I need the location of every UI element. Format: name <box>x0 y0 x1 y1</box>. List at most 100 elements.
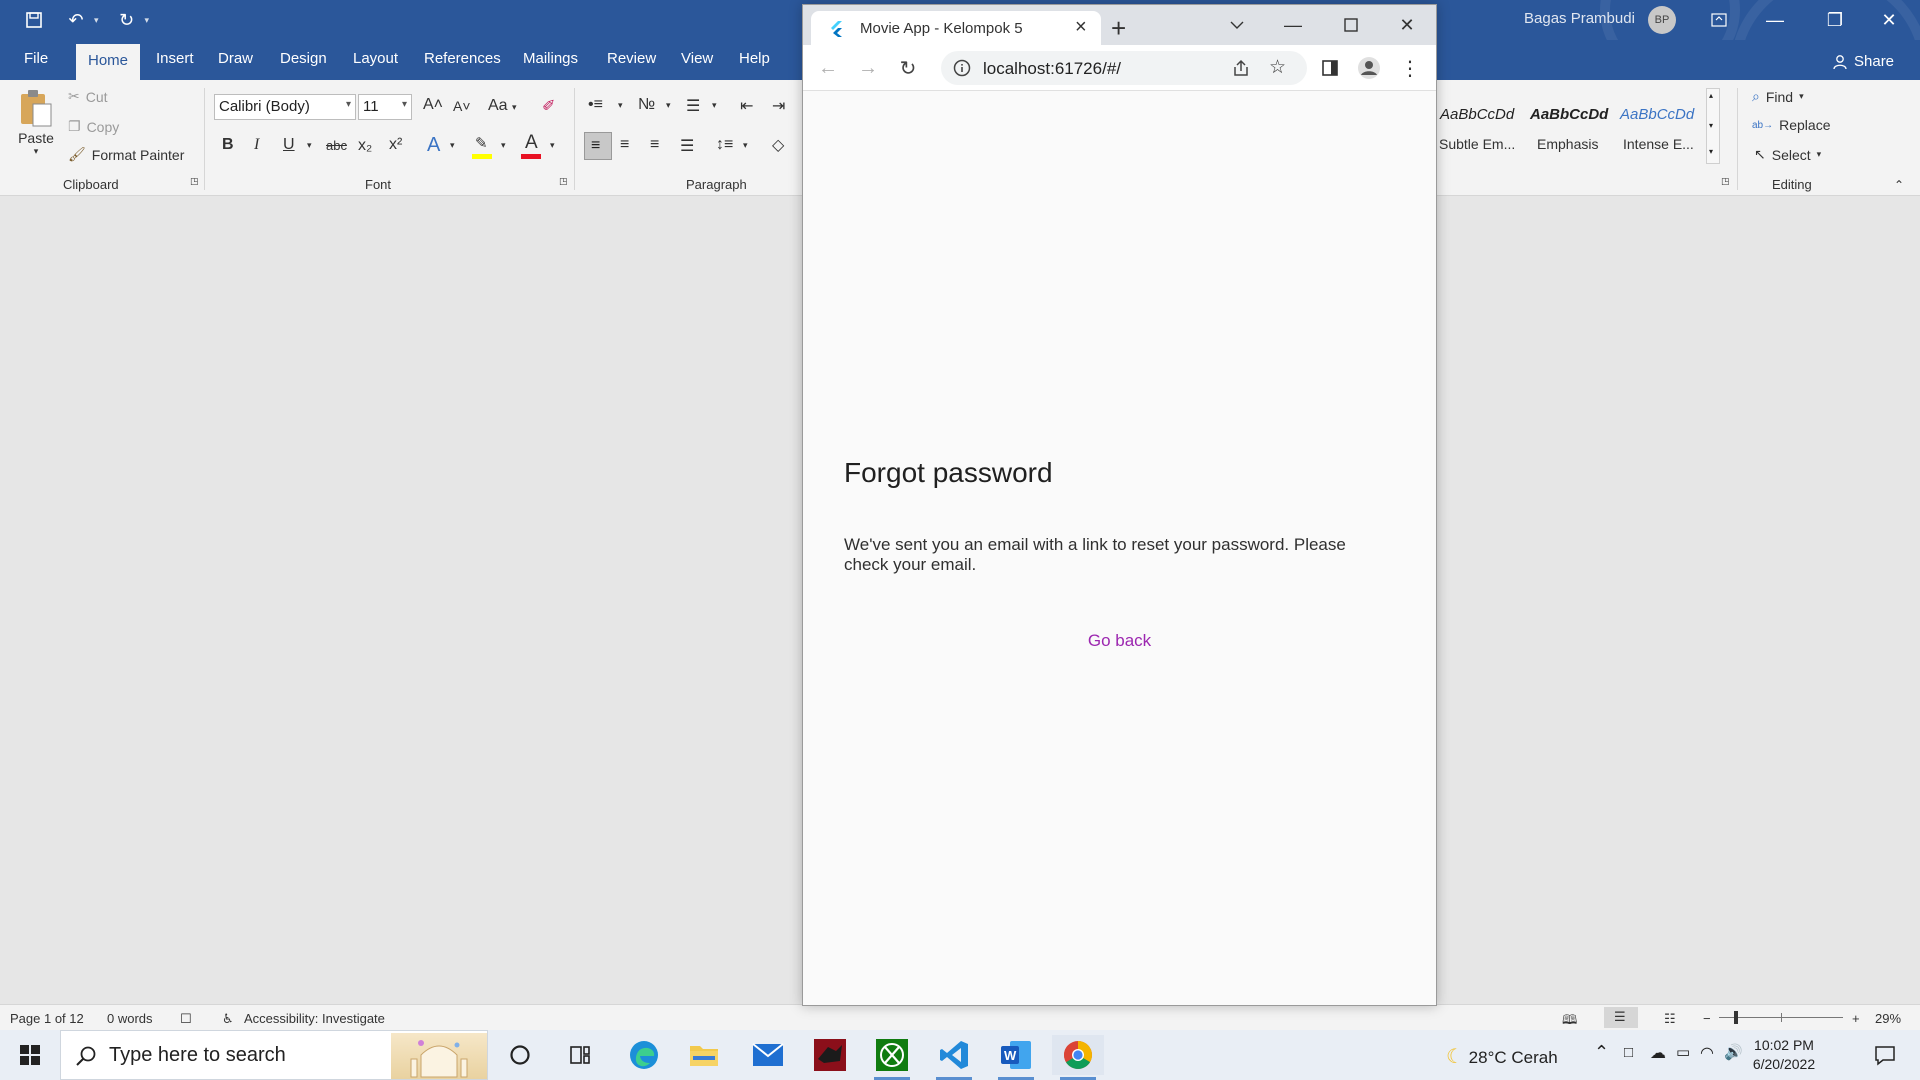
menu-kebab-icon[interactable]: ⋮ <box>1397 55 1423 81</box>
line-spacing-icon[interactable]: ↕≡ <box>716 136 733 154</box>
tab-insert[interactable]: Insert <box>156 50 194 67</box>
copy-button[interactable]: ❐ Copy <box>68 118 119 135</box>
collapse-ribbon-icon[interactable]: ⌃ <box>1894 178 1904 192</box>
dialog-launcher-icon[interactable]: ◳ <box>190 176 199 187</box>
chevron-down-icon[interactable]: ▾ <box>1709 121 1713 130</box>
tab-close-icon[interactable]: × <box>1075 16 1087 39</box>
edge-icon[interactable] <box>618 1035 670 1075</box>
tab-design[interactable]: Design <box>280 50 327 67</box>
vscode-icon[interactable] <box>928 1035 980 1080</box>
align-right-icon[interactable]: ≡ <box>650 136 659 154</box>
dialog-launcher-icon[interactable]: ◳ <box>1721 176 1730 187</box>
url-text[interactable]: localhost:61726/#/ <box>983 59 1121 79</box>
subscript-icon[interactable]: x₂ <box>358 137 372 155</box>
change-case-button[interactable]: Aa ▾ <box>488 97 517 115</box>
weather-widget[interactable]: ☾ 28°C Cerah <box>1446 1044 1558 1069</box>
dialog-launcher-icon[interactable]: ◳ <box>559 176 568 187</box>
replace-button[interactable]: ab→ Replace <box>1752 117 1831 133</box>
italic-icon[interactable]: I <box>254 136 259 154</box>
styles-more-icon[interactable]: ▾ <box>1709 147 1713 156</box>
tab-layout[interactable]: Layout <box>353 50 398 67</box>
redo-icon[interactable]: ↻ <box>113 6 141 34</box>
search-highlight-image[interactable] <box>391 1033 487 1079</box>
tab-mailings[interactable]: Mailings <box>523 50 578 67</box>
reload-icon[interactable]: ↻ <box>895 55 921 81</box>
strikethrough-icon[interactable]: abc <box>326 138 347 153</box>
word-count[interactable]: 0 words <box>107 1011 153 1026</box>
forward-icon[interactable]: → <box>855 55 881 81</box>
clear-formatting-icon[interactable]: ✐ <box>542 96 555 116</box>
site-info-icon[interactable] <box>953 59 971 77</box>
go-back-button[interactable]: Go back <box>803 631 1436 651</box>
start-button[interactable] <box>0 1030 60 1080</box>
account-name[interactable]: Bagas Prambudi <box>1524 10 1635 27</box>
close-icon[interactable]: ✕ <box>1379 5 1435 45</box>
numbering-dropdown-icon[interactable]: ▾ <box>666 100 671 111</box>
zoom-out-icon[interactable]: − <box>1703 1011 1711 1026</box>
multilevel-dropdown-icon[interactable]: ▾ <box>712 100 717 111</box>
minimize-icon[interactable]: — <box>1265 5 1321 45</box>
tab-draw[interactable]: Draw <box>218 50 253 67</box>
increase-indent-icon[interactable]: ⇥ <box>772 96 785 116</box>
font-name-combo[interactable]: Calibri (Body) ▾ <box>214 94 356 120</box>
side-panel-icon[interactable] <box>1317 55 1343 81</box>
highlight-color-icon[interactable]: ✎ <box>472 134 494 160</box>
share-icon[interactable] <box>1231 58 1251 78</box>
wifi-icon[interactable]: ◠ <box>1700 1043 1714 1063</box>
decrease-indent-icon[interactable]: ⇤ <box>740 96 753 116</box>
bold-icon[interactable]: B <box>222 136 234 154</box>
chrome-icon[interactable] <box>1052 1035 1104 1080</box>
tab-help[interactable]: Help <box>739 50 770 67</box>
undo-dropdown-icon[interactable]: ▾ <box>94 15 99 26</box>
font-color-icon[interactable]: A <box>521 132 543 160</box>
style-sample-intense-emphasis[interactable]: AaBbCcDd <box>1620 106 1694 123</box>
avatar[interactable]: BP <box>1648 6 1676 34</box>
new-tab-icon[interactable]: + <box>1111 13 1126 44</box>
select-button[interactable]: ↖ Select ▾ <box>1754 146 1821 163</box>
line-spacing-dropdown-icon[interactable]: ▾ <box>743 140 748 151</box>
styles-scroll[interactable]: ▴ ▾ ▾ <box>1706 88 1720 164</box>
web-layout-icon[interactable]: ☷ <box>1664 1011 1676 1027</box>
customize-qat-icon[interactable]: ▾ <box>145 15 150 26</box>
find-button[interactable]: ⌕ Find ▾ <box>1752 88 1804 105</box>
browser-tab[interactable]: Movie App - Kelompok 5 × <box>811 11 1101 45</box>
accessibility-icon[interactable]: ♿ <box>222 1011 234 1027</box>
style-sample-emphasis[interactable]: AaBbCcDd <box>1530 106 1608 123</box>
bullets-dropdown-icon[interactable]: ▾ <box>618 100 623 111</box>
xbox-icon[interactable] <box>866 1035 918 1080</box>
text-effects-icon[interactable]: A <box>427 134 440 157</box>
tab-home[interactable]: Home <box>76 44 141 80</box>
shading-icon[interactable]: ◇ <box>772 135 784 155</box>
meet-now-icon[interactable]: □ <box>1624 1044 1633 1061</box>
numbering-icon[interactable]: № <box>638 96 655 114</box>
word-icon[interactable]: W <box>990 1035 1042 1080</box>
shrink-font-icon[interactable]: A˅ <box>453 98 471 114</box>
align-center-icon[interactable]: ≡ <box>620 136 629 154</box>
text-effects-dropdown-icon[interactable]: ▾ <box>450 140 455 151</box>
bullets-icon[interactable]: •≡ <box>588 96 603 114</box>
cortana-icon[interactable] <box>494 1035 546 1075</box>
zoom-in-icon[interactable]: + <box>1852 1011 1860 1026</box>
close-icon[interactable]: ✕ <box>1866 0 1912 40</box>
tab-search-icon[interactable] <box>1209 5 1265 45</box>
tab-references[interactable]: References <box>424 50 501 67</box>
battery-icon[interactable]: ▭ <box>1676 1043 1690 1061</box>
chevron-up-icon[interactable]: ⌃ <box>1594 1042 1609 1063</box>
back-icon[interactable]: ← <box>815 55 841 81</box>
superscript-icon[interactable]: x² <box>389 136 402 154</box>
tab-view[interactable]: View <box>681 50 713 67</box>
profile-icon[interactable] <box>1356 55 1382 81</box>
maximize-icon[interactable] <box>1323 5 1379 45</box>
paste-button[interactable]: Paste ▾ <box>18 88 54 157</box>
align-left-button[interactable]: ≡ <box>584 132 612 160</box>
chevron-up-icon[interactable]: ▴ <box>1709 91 1713 100</box>
game-app-icon[interactable] <box>804 1035 856 1075</box>
minimize-icon[interactable]: — <box>1752 0 1798 40</box>
volume-icon[interactable]: 🔊 <box>1724 1043 1743 1061</box>
format-painter-button[interactable]: 🖌 Format Painter <box>68 146 184 163</box>
bookmark-star-icon[interactable]: ☆ <box>1269 56 1286 79</box>
cut-button[interactable]: ✂ Cut <box>68 88 108 105</box>
print-layout-button[interactable]: ☰ <box>1604 1007 1638 1028</box>
task-view-icon[interactable] <box>554 1035 606 1075</box>
accessibility-status[interactable]: Accessibility: Investigate <box>244 1011 385 1026</box>
